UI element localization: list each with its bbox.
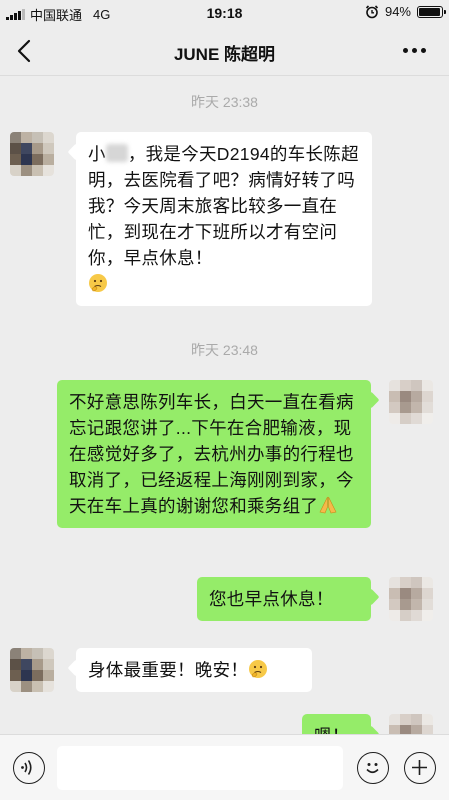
plus-icon[interactable] <box>404 752 436 784</box>
outgoing-message[interactable]: 您也早点休息！ <box>197 577 371 621</box>
incoming-message[interactable]: 身体最重要！晚安！ <box>76 648 312 692</box>
my-avatar[interactable] <box>389 577 433 621</box>
contact-avatar[interactable] <box>10 132 54 176</box>
chat-header: JUNE 陈超明 <box>0 26 449 76</box>
status-bar: 中国联通 4G 19:18 94% <box>0 0 449 26</box>
message-timestamp: 昨天 23:48 <box>191 342 258 358</box>
thinking-face-emoji <box>249 660 268 678</box>
input-toolbar <box>0 734 449 800</box>
battery-icon <box>417 5 446 18</box>
alarm-icon <box>365 4 379 18</box>
more-dots-icon[interactable] <box>403 42 429 58</box>
thinking-face-emoji <box>89 274 107 292</box>
message-text: ，我是今天D2194的车长陈超明，去医院看了吧？病情好转了吗我？今天周末旅客比较… <box>88 144 359 268</box>
voice-icon-glyph <box>21 760 32 775</box>
message-timestamp: 昨天 23:38 <box>191 94 258 110</box>
folded-hands-emoji <box>319 496 337 514</box>
message-input[interactable] <box>57 746 343 790</box>
blurred-name <box>105 144 128 162</box>
message-text: 身体最重要！晚安！ <box>88 660 249 680</box>
emoji-smile-icon[interactable] <box>357 752 389 784</box>
message-text: 小 <box>88 144 106 164</box>
battery-percent: 94% <box>384 4 411 19</box>
message-text: 您也早点休息！ <box>209 589 334 609</box>
my-avatar[interactable] <box>389 380 433 424</box>
emoji-smile-glyph <box>366 763 379 774</box>
contact-avatar[interactable] <box>10 648 54 692</box>
incoming-message[interactable]: 小，我是今天D2194的车长陈超明，去医院看了吧？病情好转了吗我？今天周末旅客比… <box>76 132 372 306</box>
outgoing-message[interactable]: 不好意思陈列车长，白天一直在看病忘记跟您讲了...下午在合肥输液，现在感觉好多了… <box>57 380 371 528</box>
chat-title: JUNE 陈超明 <box>173 45 276 64</box>
plus-glyph <box>412 760 427 775</box>
status-right: 94% <box>365 4 446 19</box>
voice-icon[interactable] <box>13 752 45 784</box>
message-text: 不好意思陈列车长，白天一直在看病忘记跟您讲了...下午在合肥输液，现在感觉好多了… <box>69 392 354 516</box>
battery-fill <box>419 7 440 16</box>
